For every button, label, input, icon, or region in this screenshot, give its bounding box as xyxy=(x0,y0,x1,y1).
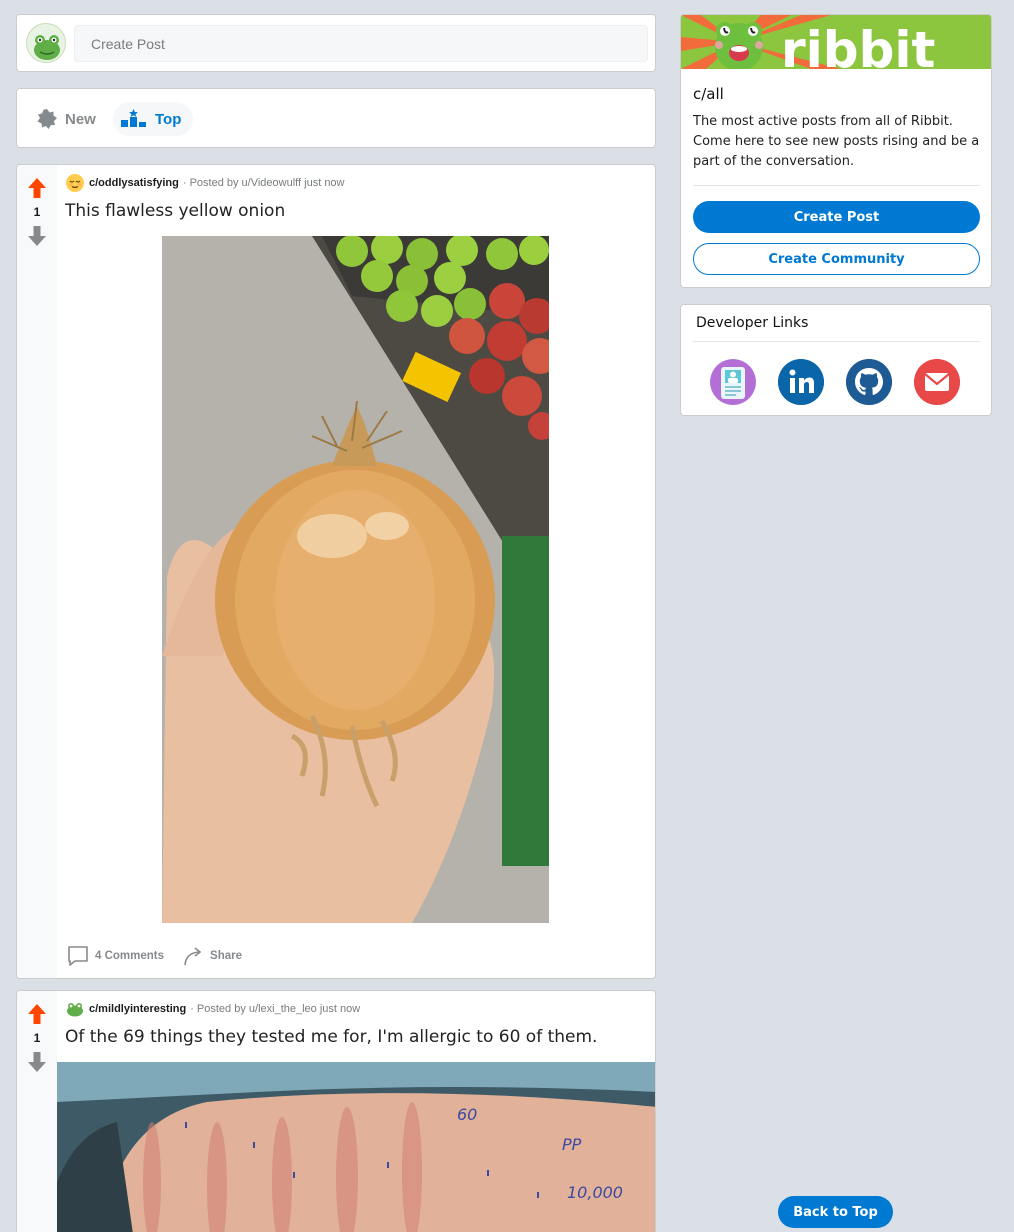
github-link[interactable] xyxy=(846,359,892,405)
vote-count: 1 xyxy=(33,205,41,219)
allergy-test-photo: 60PP10,000 35455 xyxy=(57,1062,655,1232)
post-card[interactable]: 1 c/oddlysatisfying · Posted by u/Videow… xyxy=(16,164,656,979)
linkedin-link[interactable] xyxy=(778,359,824,405)
sort-bar: New Top xyxy=(16,88,656,148)
sort-top-button[interactable]: Top xyxy=(113,102,194,136)
comment-bubble-icon xyxy=(68,946,88,966)
user-avatar[interactable] xyxy=(26,23,66,63)
email-link[interactable] xyxy=(914,359,960,405)
onion-photo xyxy=(162,236,549,923)
linkedin-icon xyxy=(778,359,824,405)
post-title[interactable]: This flawless yellow onion xyxy=(65,201,285,221)
post-image-allergy-test[interactable]: 60PP10,000 35455 xyxy=(57,1062,655,1232)
vote-column: 1 xyxy=(17,165,57,978)
portfolio-icon xyxy=(710,359,756,405)
sort-new-label: New xyxy=(65,110,96,128)
posted-by: · Posted by u/Videowulff just now xyxy=(182,177,345,189)
sort-new-button[interactable]: New xyxy=(17,102,108,136)
comments-button[interactable]: 4 Comments xyxy=(67,944,164,968)
community-relieved-face-icon xyxy=(66,174,84,192)
svg-text:10,000: 10,000 xyxy=(567,1183,623,1202)
divider xyxy=(693,185,980,186)
comments-label: 4 Comments xyxy=(95,950,165,962)
post-card[interactable]: 1 c/mildlyinteresting · Posted by u/lexi… xyxy=(16,990,656,1232)
share-button[interactable]: Share xyxy=(182,944,242,968)
share-arrow-icon xyxy=(184,947,202,966)
vote-count: 1 xyxy=(33,1031,41,1045)
community-frog-icon xyxy=(67,1003,83,1017)
community-about-card: ribbit c/all The most active posts from … xyxy=(680,14,992,288)
posted-by: · Posted by u/lexi_the_leo just now xyxy=(190,1003,361,1015)
post-image-onion[interactable] xyxy=(162,236,549,923)
ribbit-banner: ribbit xyxy=(681,15,991,69)
sort-top-label: Top xyxy=(155,110,182,128)
developer-links-heading: Developer Links xyxy=(696,315,809,331)
svg-text:PP: PP xyxy=(562,1135,582,1154)
back-to-top-button[interactable]: Back to Top xyxy=(778,1196,893,1228)
developer-links-card: Developer Links xyxy=(680,304,992,416)
post-title[interactable]: Of the 69 things they tested me for, I'm… xyxy=(65,1027,597,1047)
community-link[interactable]: c/mildlyinteresting xyxy=(89,1003,186,1015)
share-label: Share xyxy=(210,950,242,962)
community-link[interactable]: c/oddlysatisfying xyxy=(89,177,179,189)
upvote-arrow-icon[interactable] xyxy=(28,1004,46,1024)
brand-wordmark: ribbit xyxy=(781,21,935,69)
post-actions: 4 Comments Share xyxy=(67,944,242,968)
community-name: c/all xyxy=(693,85,724,103)
portfolio-link[interactable] xyxy=(710,359,756,405)
email-icon xyxy=(914,359,960,405)
github-icon xyxy=(846,359,892,405)
downvote-arrow-icon[interactable] xyxy=(28,1052,46,1072)
vote-column: 1 xyxy=(17,991,57,1232)
upvote-arrow-icon[interactable] xyxy=(28,178,46,198)
frog-avatar-icon xyxy=(34,35,60,60)
create-post-input[interactable]: Create Post xyxy=(74,25,648,62)
community-description: The most active posts from all of Ribbit… xyxy=(693,114,980,169)
divider xyxy=(693,341,980,342)
svg-text:60: 60 xyxy=(457,1105,477,1124)
top-podium-icon xyxy=(121,109,146,127)
ribbit-logo: ribbit xyxy=(681,15,991,69)
sidebar-create-post-button[interactable]: Create Post xyxy=(693,201,980,233)
create-post-bar: Create Post xyxy=(16,14,656,72)
new-badge-icon xyxy=(37,109,57,129)
post-meta: c/oddlysatisfying · Posted by u/Videowul… xyxy=(65,173,345,193)
post-meta: c/mildlyinteresting · Posted by u/lexi_t… xyxy=(65,999,360,1019)
create-community-button[interactable]: Create Community xyxy=(693,243,980,275)
downvote-arrow-icon[interactable] xyxy=(28,226,46,246)
